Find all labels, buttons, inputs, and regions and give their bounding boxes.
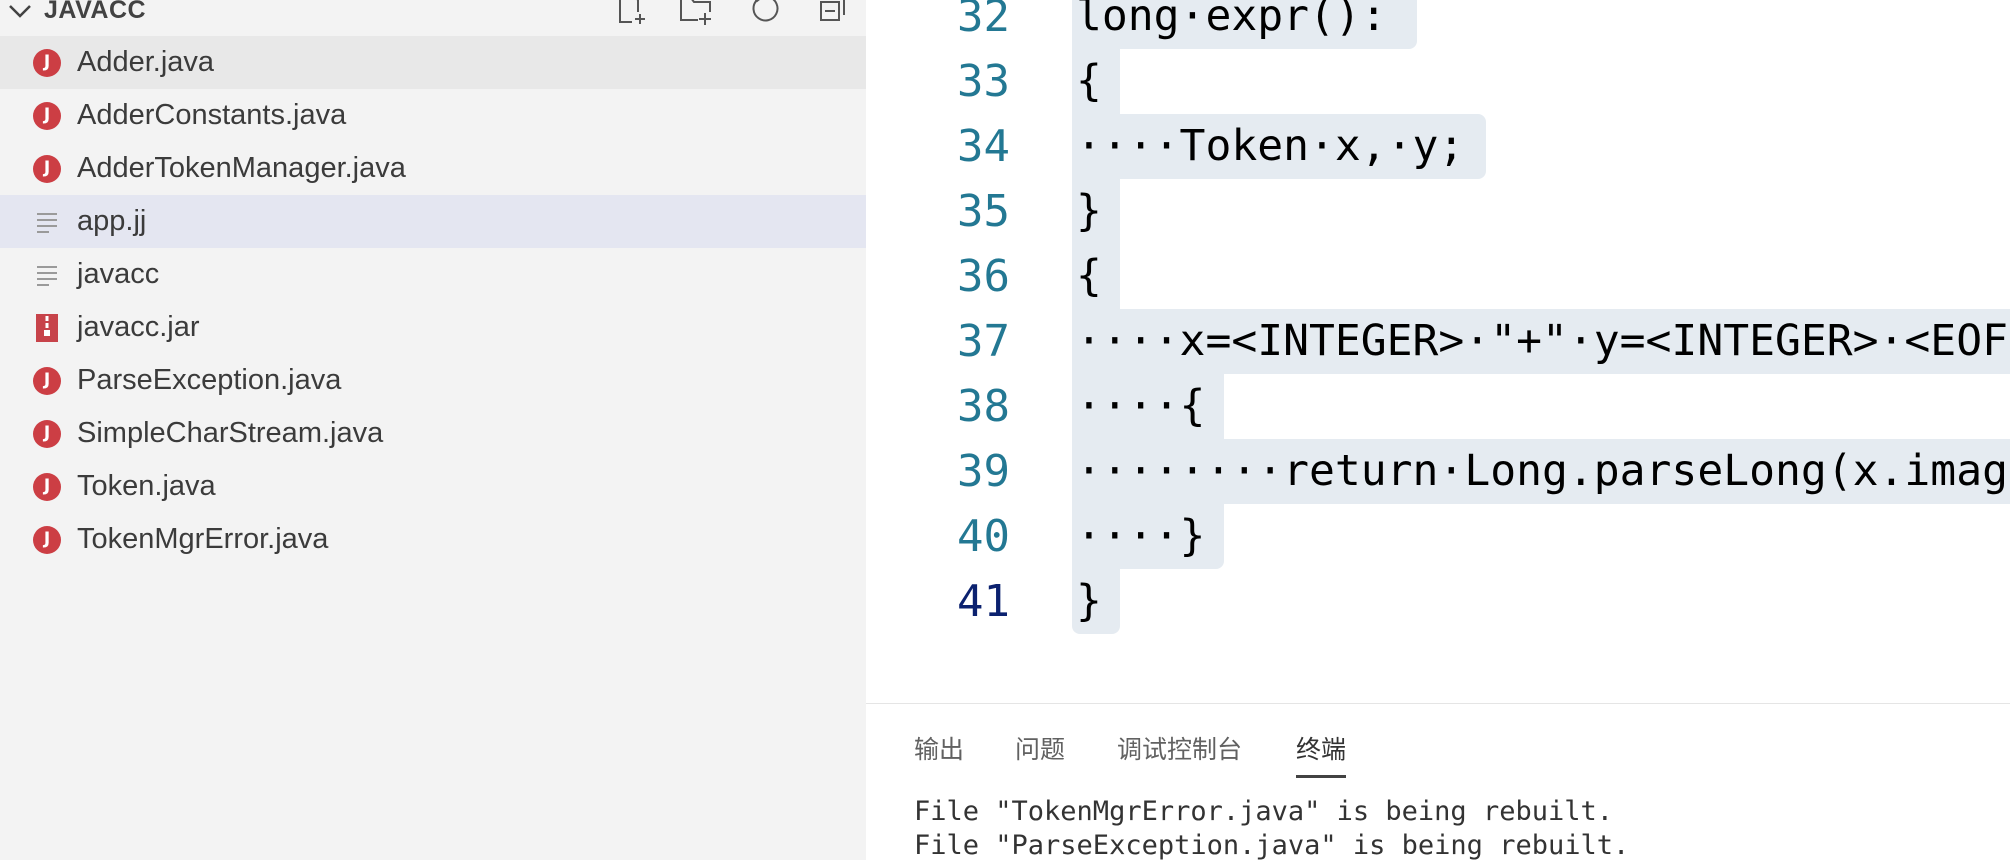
line-number: 32 <box>957 0 1010 42</box>
refresh-icon <box>752 0 779 22</box>
code-line[interactable]: 40 ····} <box>866 504 2010 569</box>
code-text: ····{ <box>1076 381 1206 431</box>
java-icon: J <box>33 48 61 77</box>
archive-icon <box>36 313 58 342</box>
code-line[interactable]: 34 ····Token·x,·y; <box>866 114 2010 179</box>
explorer-sidebar: JAVACC J Adder.java J AdderConstants.jav… <box>0 0 866 860</box>
code-line[interactable]: 36 { <box>866 244 2010 309</box>
chevron-down-icon[interactable] <box>6 0 34 22</box>
code-text: ····} <box>1076 511 1206 561</box>
file-item-app-jj[interactable]: app.jj <box>0 195 866 248</box>
file-name: TokenMgrError.java <box>77 523 329 555</box>
file-name: Adder.java <box>77 46 215 78</box>
line-number: 40 <box>957 511 1010 562</box>
code-line[interactable]: 37 ····x=<INTEGER>·"+"·y=<INTEGER>·<EOF <box>866 309 2010 374</box>
code-line[interactable]: 33 { <box>866 49 2010 114</box>
java-icon: J <box>33 101 61 130</box>
code-text: } <box>1076 186 1102 236</box>
file-name: Token.java <box>77 470 216 502</box>
text-file-icon <box>37 265 57 286</box>
line-number: 39 <box>957 446 1010 497</box>
code-line[interactable]: 39 ········return·Long.parseLong(x.imag <box>866 439 2010 504</box>
line-number: 34 <box>957 121 1010 172</box>
terminal-output-line: File "TokenMgrError.java" is being rebui… <box>914 796 1613 827</box>
new-file-button[interactable] <box>612 0 652 26</box>
explorer-section-title: JAVACC <box>44 0 147 24</box>
java-icon: J <box>33 525 61 554</box>
code-text: } <box>1076 576 1102 626</box>
explorer-section-header[interactable]: JAVACC <box>0 0 866 28</box>
file-name: AdderConstants.java <box>77 99 347 131</box>
new-file-icon <box>619 0 645 24</box>
code-text: { <box>1076 251 1102 301</box>
refresh-button[interactable] <box>745 0 785 26</box>
collapse-all-button[interactable] <box>813 0 853 26</box>
line-number: 33 <box>957 56 1010 107</box>
tab-problems[interactable]: 问题 <box>1015 730 1065 778</box>
file-name: javacc.jar <box>77 311 200 343</box>
file-item-tokenmgrerror-java[interactable]: J TokenMgrError.java <box>0 513 866 566</box>
text-file-icon <box>37 212 57 233</box>
java-icon: J <box>33 472 61 501</box>
code-line[interactable]: 32 long·expr(): <box>866 0 2010 49</box>
line-number: 35 <box>957 186 1010 237</box>
java-icon: J <box>33 154 61 183</box>
tab-output[interactable]: 输出 <box>914 730 964 778</box>
tab-debug-console[interactable]: 调试控制台 <box>1117 730 1242 778</box>
code-line[interactable]: 41 } <box>866 569 2010 634</box>
file-item-javacc-jar[interactable]: javacc.jar <box>0 301 866 354</box>
file-name: SimpleCharStream.java <box>77 417 384 449</box>
file-name: app.jj <box>77 205 147 237</box>
file-name: javacc <box>77 258 160 290</box>
code-line[interactable]: 38 ····{ <box>866 374 2010 439</box>
file-name: AdderTokenManager.java <box>77 152 406 184</box>
code-text: ····x=<INTEGER>·"+"·y=<INTEGER>·<EOF <box>1076 316 2008 366</box>
bottom-panel: 输出 问题 调试控制台 终端 File "TokenMgrError.java"… <box>866 703 2010 860</box>
new-folder-button[interactable] <box>676 0 716 26</box>
code-text: { <box>1076 56 1102 106</box>
code-text: long·expr(): <box>1076 0 1387 41</box>
code-text: ····Token·x,·y; <box>1076 121 1465 171</box>
file-item-addertokenmanager-java[interactable]: J AdderTokenManager.java <box>0 142 866 195</box>
file-item-javacc[interactable]: javacc <box>0 248 866 301</box>
code-line[interactable]: 35 } <box>866 179 2010 244</box>
code-editor[interactable]: 32 long·expr(): 33 { 34 ····Token·x,·y; … <box>866 0 2010 703</box>
file-item-parseexception-java[interactable]: J ParseException.java <box>0 354 866 407</box>
file-item-token-java[interactable]: J Token.java <box>0 460 866 513</box>
line-number: 37 <box>957 316 1010 367</box>
tab-terminal[interactable]: 终端 <box>1296 730 1347 778</box>
file-item-adder-java[interactable]: J Adder.java <box>0 36 866 89</box>
java-icon: J <box>33 366 61 395</box>
file-name: ParseException.java <box>77 364 342 396</box>
line-number: 36 <box>957 251 1010 302</box>
terminal-output-line: File "ParseException.java" is being rebu… <box>914 830 1630 860</box>
file-item-adderconstants-java[interactable]: J AdderConstants.java <box>0 89 866 142</box>
code-text: ········return·Long.parseLong(x.imag <box>1076 446 2008 496</box>
new-folder-icon <box>680 0 711 25</box>
file-item-simplecharstream-java[interactable]: J SimpleCharStream.java <box>0 407 866 460</box>
collapse-all-icon <box>820 0 845 21</box>
line-number: 38 <box>957 381 1010 432</box>
line-number: 41 <box>957 576 1010 627</box>
java-icon: J <box>33 419 61 448</box>
